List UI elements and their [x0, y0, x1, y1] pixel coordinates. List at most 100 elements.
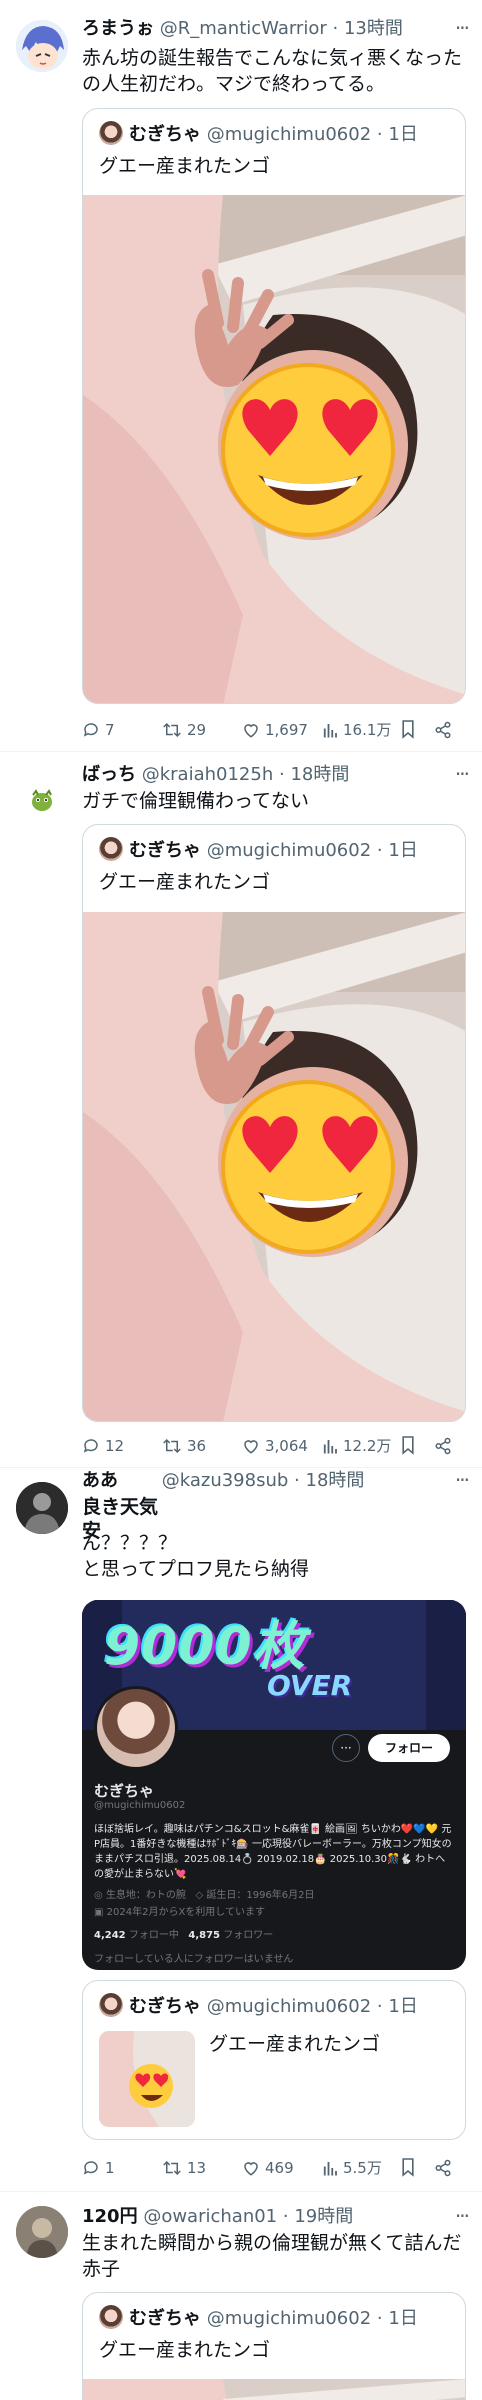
bookmark-button[interactable] [400, 1432, 421, 1460]
bookmark-icon [402, 1436, 414, 1455]
tweet-header: ああ @kazu398sub · 18時間 [82, 1468, 466, 1494]
separator-dot: · [376, 1996, 383, 2017]
quoted-thumbnail[interactable] [99, 2031, 195, 2127]
retweet-button[interactable]: 36 [162, 1432, 206, 1460]
followers-label[interactable]: フォロワー [223, 1930, 273, 1941]
tweet-text-line2: と思ってプロフ見たら納得 [82, 1558, 310, 1580]
timestamp[interactable]: 18時間 [290, 764, 349, 785]
share-button[interactable] [434, 1432, 457, 1460]
separator-dot: · [376, 2308, 383, 2329]
avatar[interactable] [16, 2206, 68, 2258]
more-icon[interactable]: ··· [455, 762, 470, 786]
reply-button[interactable]: 7 [82, 716, 115, 744]
quoted-post[interactable]: むぎちゃ @mugichimu0602 · 1日 グエー産まれたンゴ [82, 108, 466, 704]
reply-count: 1 [105, 2159, 115, 2177]
reply-icon [83, 723, 98, 737]
more-icon[interactable]: ··· [455, 16, 470, 40]
bookmark-button[interactable] [400, 716, 421, 744]
quoted-post[interactable]: むぎちゃ @mugichimu0602 · 1日 グエー産まれたンゴ [82, 2292, 466, 2400]
profile-location: ◎ 生息地：わトの腕 ◇ 誕生日：1996年6月2日 [94, 1886, 315, 1901]
tweet[interactable]: 120円 @owarichan01 · 19時間 ··· 生まれた瞬間から親の倫… [0, 2192, 482, 2400]
views-icon [323, 724, 337, 738]
like-button[interactable]: 469 [242, 2154, 294, 2182]
share-icon [435, 721, 451, 739]
quoted-timestamp: 1日 [388, 1996, 418, 2017]
handle[interactable]: @kraiah0125h [142, 764, 274, 785]
follow-button[interactable]: フォロー [368, 1734, 450, 1762]
tweet[interactable]: ああ @kazu398sub · 18時間 ··· 良き天気 安 ん？？？？ と… [0, 1468, 482, 2192]
display-name[interactable]: ろまうぉ [82, 18, 154, 39]
retweet-button[interactable]: 13 [162, 2154, 206, 2182]
profile-screenshot[interactable]: 9000枚 OVER ··· フォロー むぎちゃ @mugichimu0602 … [82, 1600, 466, 1970]
banner-subtext: OVER [267, 1669, 353, 1702]
quoted-handle: @mugichimu0602 [206, 124, 372, 145]
display-name[interactable]: 120円 [82, 2206, 138, 2227]
timestamp[interactable]: 18時間 [306, 1470, 365, 1491]
action-bar: 1 13 469 5.5万 [82, 2154, 452, 2182]
quoted-text: グエー産まれたンゴ [99, 155, 271, 177]
views-button[interactable]: 16.1万 [322, 716, 391, 744]
quoted-handle: @mugichimu0602 [206, 840, 372, 861]
baby-photo[interactable] [83, 2379, 465, 2400]
tweet-text: 赤ん坊の誕生報告でこんなに気ィ悪くなったの人生初だわ。マジで終わってる。 [82, 47, 463, 95]
baby-photo[interactable] [83, 195, 465, 703]
handle[interactable]: @kazu398sub [162, 1470, 289, 1491]
display-name[interactable]: ああ [82, 1470, 118, 1491]
quoted-text: グエー産まれたンゴ [209, 2033, 381, 2055]
quoted-display-name: むぎちゃ [129, 2308, 201, 2329]
retweet-count: 36 [187, 1437, 207, 1455]
avatar[interactable] [16, 774, 68, 826]
views-icon [323, 2162, 337, 2176]
quoted-handle: @mugichimu0602 [206, 1996, 372, 2017]
views-button[interactable]: 5.5万 [322, 2154, 382, 2182]
joined-text: 2024年2月からXを利用しています [106, 1907, 266, 1918]
quoted-text: グエー産まれたンゴ [99, 2339, 271, 2361]
display-name[interactable]: ばっち [82, 764, 136, 785]
baby-photo[interactable] [83, 911, 465, 1421]
timestamp[interactable]: 13時間 [344, 18, 403, 39]
avatar[interactable] [16, 20, 68, 72]
tweet-header: ろまうぉ @R_manticWarrior · 13時間 [82, 16, 466, 42]
quoted-text: グエー産まれたンゴ [99, 871, 271, 893]
views-count: 16.1万 [343, 721, 392, 739]
separator-dot: · [282, 2206, 289, 2227]
quoted-post[interactable]: むぎちゃ @mugichimu0602 · 1日 グエー産まれたンゴ [82, 824, 466, 1422]
share-button[interactable] [434, 716, 457, 744]
reply-button[interactable]: 1 [82, 2154, 115, 2182]
tweet-text: ガチで倫理観備わってない [82, 790, 310, 812]
reply-button[interactable]: 12 [82, 1432, 124, 1460]
bookmark-button[interactable] [400, 2154, 421, 2182]
retweet-button[interactable]: 29 [162, 716, 206, 744]
profile-follow-stats: 4,242 フォロー中 4,875 フォロワー [94, 1926, 273, 1941]
bookmark-icon [402, 2158, 414, 2177]
share-button[interactable] [434, 2154, 457, 2182]
handle[interactable]: @owarichan01 [143, 2206, 277, 2227]
quoted-handle: @mugichimu0602 [206, 2308, 372, 2329]
tweet[interactable]: ろまうぉ @R_manticWarrior · 13時間 ··· 赤ん坊の誕生報… [0, 0, 482, 752]
share-icon [435, 1437, 451, 1455]
tweet-header: ばっち @kraiah0125h · 18時間 [82, 762, 466, 788]
handle[interactable]: @R_manticWarrior [160, 18, 327, 39]
views-button[interactable]: 12.2万 [322, 1432, 391, 1460]
more-icon[interactable]: ··· [455, 1468, 470, 1492]
quoted-avatar [99, 837, 123, 861]
retweet-count: 29 [187, 721, 207, 739]
timestamp[interactable]: 19時間 [294, 2206, 353, 2227]
separator-dot: · [294, 1470, 300, 1491]
followers-count[interactable]: 4,875 [188, 1930, 220, 1941]
birthday-icon: ◇ [195, 1890, 204, 1901]
more-icon[interactable]: ··· [455, 2204, 470, 2228]
avatar[interactable] [16, 1482, 68, 1534]
like-button[interactable]: 1,697 [242, 716, 308, 744]
following-label[interactable]: フォロー中 [129, 1930, 179, 1941]
following-count[interactable]: 4,242 [94, 1930, 126, 1941]
like-icon [244, 724, 258, 738]
quoted-timestamp: 1日 [388, 2308, 418, 2329]
tweet[interactable]: ばっち @kraiah0125h · 18時間 ··· ガチで倫理観備わってない… [0, 752, 482, 1468]
views-icon [323, 1440, 337, 1454]
like-button[interactable]: 3,064 [242, 1432, 308, 1460]
profile-joined: ▣ 2024年2月からXを利用しています [94, 1903, 265, 1918]
profile-more-button[interactable]: ··· [332, 1734, 360, 1762]
quoted-post[interactable]: むぎちゃ @mugichimu0602 · 1日 グエー産まれたンゴ [82, 1980, 466, 2140]
retweet-icon [163, 2160, 181, 2176]
